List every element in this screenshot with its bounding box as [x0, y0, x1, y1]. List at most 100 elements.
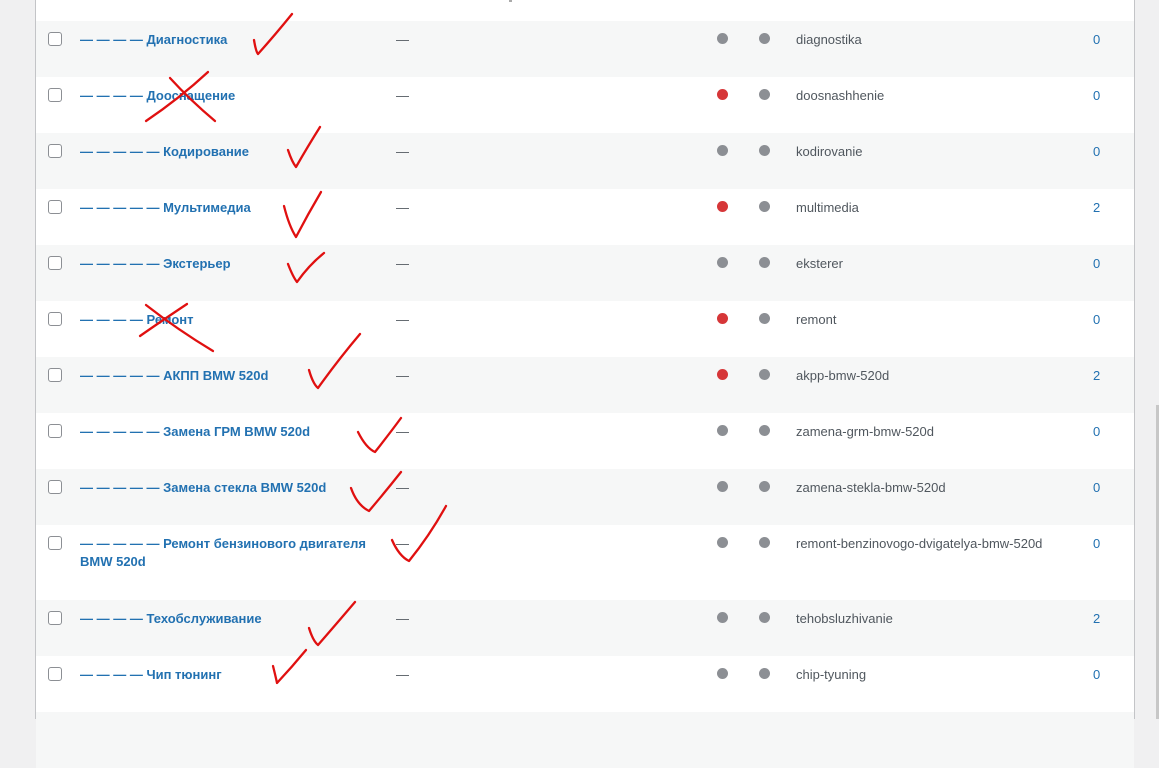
row-checkbox[interactable]: [48, 667, 62, 681]
category-name-link[interactable]: — — — — Диагностика: [80, 31, 390, 49]
row-checkbox[interactable]: [48, 144, 62, 158]
status-dot: [759, 425, 770, 436]
row-checkbox[interactable]: [48, 256, 62, 270]
status-dot: [759, 668, 770, 679]
status-dot: [717, 537, 728, 548]
slug: remont: [796, 312, 837, 327]
table-row: — — — — — Экстерьер — eksterer 0: [36, 245, 1134, 301]
category-name: Замена ГРМ BMW 520d: [163, 424, 311, 439]
table-row: — — — — Диагностика — diagnostika 0: [36, 21, 1134, 77]
category-name: Чип тюнинг: [146, 667, 222, 682]
category-name: Мультимедиа: [163, 200, 251, 215]
count-link[interactable]: 0: [1093, 535, 1100, 553]
status-dot: [759, 145, 770, 156]
hierarchy-dashes: — — — — —: [80, 368, 160, 383]
slug: remont-benzinovogo-dvigatelya-bmw-520d: [796, 536, 1043, 551]
hierarchy-dashes: — — — — —: [80, 200, 160, 215]
row-checkbox[interactable]: [48, 32, 62, 46]
category-table: — — — — Диагностика — diagnostika 0 — — …: [35, 0, 1135, 768]
count-link[interactable]: 2: [1093, 610, 1100, 628]
table-row: — — — — — Замена стекла BMW 520d — zamen…: [36, 469, 1134, 525]
slug: eksterer: [796, 256, 843, 271]
count-link[interactable]: 0: [1093, 479, 1100, 497]
table-row: — — — — — Мультимедиа — multimedia 2: [36, 189, 1134, 245]
hierarchy-dashes: — — — —: [80, 611, 143, 626]
count-link[interactable]: 2: [1093, 367, 1100, 385]
count-link[interactable]: 0: [1093, 255, 1100, 273]
row-checkbox[interactable]: [48, 536, 62, 550]
description: —: [396, 368, 409, 383]
category-name-link[interactable]: — — — — Ремонт: [80, 311, 390, 329]
table-row: — — — — — Ремонт бензинового двигателя B…: [36, 525, 1134, 600]
category-name-link[interactable]: — — — — Чип тюнинг: [80, 666, 390, 684]
table-row: — — — — Дооснащение — doosnashhenie 0: [36, 77, 1134, 133]
status-dot: [759, 369, 770, 380]
count-link[interactable]: 0: [1093, 143, 1100, 161]
description: —: [396, 32, 409, 47]
count-link[interactable]: 0: [1093, 666, 1100, 684]
hierarchy-dashes: — — — — —: [80, 256, 160, 271]
status-dot: [717, 612, 728, 623]
row-checkbox[interactable]: [48, 480, 62, 494]
category-name: Замена стекла BMW 520d: [163, 480, 327, 495]
hierarchy-dashes: — — — — —: [80, 480, 160, 495]
row-checkbox[interactable]: [48, 312, 62, 326]
count-link[interactable]: 2: [1093, 199, 1100, 217]
category-name: Дооснащение: [146, 88, 236, 103]
table-row: — — — — Чип тюнинг — chip-tyuning 0: [36, 656, 1134, 712]
status-dot: [717, 33, 728, 44]
row-checkbox[interactable]: [48, 200, 62, 214]
status-dot: [759, 89, 770, 100]
category-name: Техобслуживание: [146, 611, 262, 626]
row-checkbox[interactable]: [48, 611, 62, 625]
count-link[interactable]: 0: [1093, 87, 1100, 105]
table-row: — — — — — Кодирование — kodirovanie 0: [36, 133, 1134, 189]
table-row: — — — — Ремонт — remont 0: [36, 301, 1134, 357]
category-name-link[interactable]: — — — — — Кодирование: [80, 143, 390, 161]
category-name-link[interactable]: — — — — — Мультимедиа: [80, 199, 390, 217]
category-name: Диагностика: [146, 32, 228, 47]
table-row-empty: [36, 712, 1134, 768]
status-dot: [759, 257, 770, 268]
status-dot: [759, 537, 770, 548]
category-name-link[interactable]: — — — — Дооснащение: [80, 87, 390, 105]
table-body: — — — — Диагностика — diagnostika 0 — — …: [36, 21, 1134, 768]
hierarchy-dashes: — — — —: [80, 667, 143, 682]
category-name-link[interactable]: — — — — — АКПП BMW 520d: [80, 367, 390, 385]
category-name-link[interactable]: — — — — — Экстерьер: [80, 255, 390, 273]
hierarchy-dashes: — — — —: [80, 88, 143, 103]
row-checkbox[interactable]: [48, 368, 62, 382]
hierarchy-dashes: — — — — —: [80, 536, 160, 551]
hierarchy-dashes: — — — — —: [80, 144, 160, 159]
description: —: [396, 536, 409, 551]
hierarchy-dashes: — — — —: [80, 312, 143, 327]
status-dot: [717, 668, 728, 679]
slug: zamena-stekla-bmw-520d: [796, 480, 946, 495]
description: —: [396, 200, 409, 215]
category-name-link[interactable]: — — — — — Замена стекла BMW 520d: [80, 479, 390, 497]
category-name: Кодирование: [163, 144, 250, 159]
category-name: Ремонт: [146, 312, 194, 327]
category-name: Экстерьер: [163, 256, 231, 271]
description: —: [396, 312, 409, 327]
count-link[interactable]: 0: [1093, 311, 1100, 329]
description: —: [396, 667, 409, 682]
status-dot: [717, 425, 728, 436]
count-link[interactable]: 0: [1093, 31, 1100, 49]
category-name-link[interactable]: — — — — Техобслуживание: [80, 610, 390, 628]
row-checkbox[interactable]: [48, 424, 62, 438]
status-dot: [717, 145, 728, 156]
slug: tehobsluzhivanie: [796, 611, 893, 626]
status-dot: [717, 369, 728, 380]
category-name: АКПП BMW 520d: [163, 368, 269, 383]
header-remnant: [509, 0, 512, 2]
status-dot: [717, 201, 728, 212]
count-link[interactable]: 0: [1093, 423, 1100, 441]
slug: zamena-grm-bmw-520d: [796, 424, 934, 439]
category-name-link[interactable]: — — — — — Замена ГРМ BMW 520d: [80, 423, 390, 441]
row-checkbox[interactable]: [48, 88, 62, 102]
status-dot: [759, 33, 770, 44]
slug: akpp-bmw-520d: [796, 368, 890, 383]
description: —: [396, 144, 409, 159]
category-name-link[interactable]: — — — — — Ремонт бензинового двигателя B…: [80, 535, 390, 571]
